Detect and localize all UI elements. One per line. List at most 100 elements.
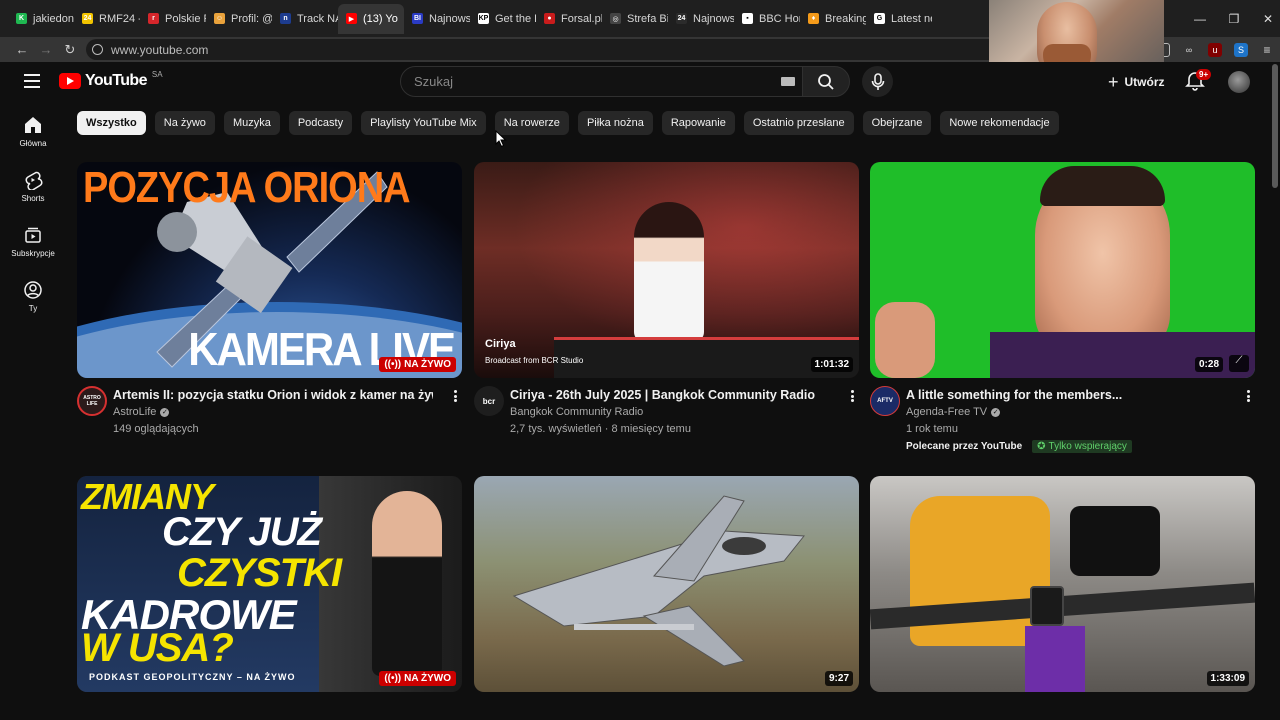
browser-tab[interactable]: ● Forsal.pl	[536, 4, 602, 34]
youtube-logo[interactable]: YouTube SA	[59, 70, 163, 90]
video-thumbnail[interactable]: POZYCJA ORIONA KAMERA LIVE ((•)) NA ŻYWO	[77, 162, 462, 378]
video-thumbnail[interactable]: ZMIANY CZY JUŻ CZYSTKI KADROWE W USA? PO…	[77, 476, 462, 692]
channel-avatar[interactable]: ASTRO LIFE	[77, 386, 107, 416]
channel-name[interactable]: Agenda-Free TV ✓	[906, 406, 1001, 418]
tab-label: Get the L	[495, 12, 536, 25]
recommended-label: Polecane przez YouTube	[906, 441, 1023, 452]
reload-icon[interactable]: ↻	[58, 37, 82, 62]
account-avatar[interactable]	[1228, 71, 1250, 93]
video-thumbnail[interactable]: 0:28 ⟋	[870, 162, 1255, 378]
thumbnail-subtitle: Broadcast from BCR Studio	[485, 356, 584, 365]
browser-tab[interactable]: 24 RMF24 -	[74, 4, 140, 34]
video-card[interactable]: 9:27	[474, 476, 859, 692]
more-actions-icon[interactable]	[1241, 388, 1255, 404]
browser-tab[interactable]: KP Get the L	[470, 4, 536, 34]
channel-name[interactable]: Bangkok Community Radio	[510, 406, 643, 418]
page-scrollbar[interactable]	[1272, 64, 1278, 188]
search-button[interactable]	[802, 66, 850, 97]
keyboard-icon[interactable]	[781, 77, 795, 86]
channel-name[interactable]: AstroLife ✓	[113, 406, 170, 418]
live-icon: ((•))	[384, 673, 402, 684]
restore-icon[interactable]: ❐	[1217, 0, 1251, 37]
browser-tab[interactable]: r Polskie R	[140, 4, 206, 34]
video-card[interactable]: Ciriya Broadcast from BCR Studio 1:01:32…	[474, 162, 859, 456]
sidebar-item-you[interactable]: Ty	[0, 269, 66, 324]
filter-chip[interactable]: Obejrzane	[862, 111, 932, 135]
live-badge: ((•)) NA ŻYWO	[379, 357, 456, 372]
address-bar[interactable]: www.youtube.com	[86, 39, 1096, 60]
mini-sidebar: Główna Shorts Subskrypcje Ty	[0, 104, 66, 324]
browser-tab[interactable]: 24 Najnowsz	[668, 4, 734, 34]
filter-chip[interactable]: Nowe rekomendacje	[940, 111, 1059, 135]
tab-label: BBC Hom	[759, 12, 800, 25]
video-thumbnail[interactable]: 1:33:09	[870, 476, 1255, 692]
minimize-icon[interactable]: —	[1183, 0, 1217, 37]
live-badge: ((•)) NA ŻYWO	[379, 671, 456, 686]
tab-favicon-icon: BI	[412, 13, 423, 24]
filter-chip[interactable]: Na żywo	[154, 111, 215, 135]
s-extension-icon[interactable]: S	[1234, 42, 1248, 57]
sidebar-item-shorts[interactable]: Shorts	[0, 159, 66, 214]
browser-tab[interactable]: n Track NAS	[272, 4, 338, 34]
filter-chip[interactable]: Playlisty YouTube Mix	[361, 111, 486, 135]
tab-favicon-icon: K	[16, 13, 27, 24]
video-title[interactable]: Artemis II: pozycja statku Orion i widok…	[113, 388, 433, 402]
video-card[interactable]: POZYCJA ORIONA KAMERA LIVE ((•)) NA ŻYWO …	[77, 162, 462, 456]
filter-chip[interactable]: Rapowanie	[661, 111, 735, 135]
tab-label: Forsal.pl	[561, 12, 602, 25]
video-thumbnail[interactable]: Ciriya Broadcast from BCR Studio 1:01:32	[474, 162, 859, 378]
browser-tab[interactable]: ♦ Breaking	[800, 4, 866, 34]
filter-chip[interactable]: Wszystko	[77, 111, 146, 135]
tab-label: Breaking	[825, 12, 866, 25]
video-card[interactable]: 0:28 ⟋ AFTV A little something for the m…	[870, 162, 1255, 456]
youtube-play-icon	[59, 73, 81, 89]
more-actions-icon[interactable]	[448, 388, 462, 404]
site-info-icon[interactable]	[92, 44, 103, 55]
url-text: www.youtube.com	[111, 42, 209, 57]
tab-favicon-icon: 24	[82, 13, 93, 24]
tab-favicon-icon: ♦	[808, 13, 819, 24]
browser-tab[interactable]: G Latest ne	[866, 4, 932, 34]
filter-chips-bar: Wszystko Na żywo Muzyka Podcasty Playlisty Y…	[77, 111, 1059, 135]
search-placeholder: Szukaj	[414, 74, 454, 89]
tab-favicon-icon: G	[874, 13, 885, 24]
glasses-icon[interactable]: ∞	[1182, 43, 1196, 57]
close-icon[interactable]: ✕	[1251, 0, 1280, 37]
video-title[interactable]: A little something for the members...	[906, 388, 1226, 402]
back-icon[interactable]: ←	[10, 37, 34, 62]
more-actions-icon[interactable]	[845, 388, 859, 404]
filter-chip[interactable]: Muzyka	[223, 111, 280, 135]
video-stats: 1 rok temu	[906, 423, 958, 435]
search-input[interactable]: Szukaj	[400, 66, 810, 97]
voice-search-button[interactable]	[862, 66, 893, 97]
video-title[interactable]: Ciriya - 26th July 2025 | Bangkok Commun…	[510, 388, 830, 402]
create-button[interactable]: + Utwórz	[1100, 68, 1173, 96]
thumbnail-line-3: CZYSTKI	[177, 551, 342, 595]
browser-tab[interactable]: ◎ Strefa Biz	[602, 4, 668, 34]
video-card[interactable]: ZMIANY CZY JUŻ CZYSTKI KADROWE W USA? PO…	[77, 476, 462, 692]
tab-label: jakiedone	[33, 12, 74, 25]
sidebar-item-subscriptions[interactable]: Subskrypcje	[0, 214, 66, 269]
browser-tab[interactable]: ▶ (13) Yo	[338, 3, 404, 34]
subscriptions-icon	[25, 227, 41, 243]
forward-icon[interactable]: →	[34, 37, 58, 62]
filter-chip[interactable]: Ostatnio przesłane	[743, 111, 854, 135]
filter-chip[interactable]: Podcasty	[288, 111, 353, 135]
browser-menu-icon[interactable]: ≡	[1260, 43, 1274, 57]
tab-label: (13) Yo	[363, 12, 398, 25]
channel-avatar[interactable]: AFTV	[870, 386, 900, 416]
menu-icon[interactable]	[24, 74, 40, 88]
ublock-icon[interactable]: u	[1208, 42, 1222, 57]
browser-tab[interactable]: Kjakiedone	[8, 4, 74, 34]
browser-tab[interactable]: BI Najnowsz	[404, 4, 470, 34]
browser-tab[interactable]: ▪ BBC Hom	[734, 4, 800, 34]
tab-favicon-icon: r	[148, 13, 159, 24]
sidebar-item-home[interactable]: Główna	[0, 104, 66, 159]
video-thumbnail[interactable]: 9:27	[474, 476, 859, 692]
microphone-icon	[871, 72, 884, 90]
shorts-indicator-icon: ⟋	[1229, 355, 1249, 372]
channel-avatar[interactable]: bcr	[474, 386, 504, 416]
filter-chip[interactable]: Piłka nożna	[577, 111, 653, 135]
browser-tab[interactable]: ☺ Profil: @g	[206, 4, 272, 34]
video-card[interactable]: 1:33:09	[870, 476, 1255, 692]
